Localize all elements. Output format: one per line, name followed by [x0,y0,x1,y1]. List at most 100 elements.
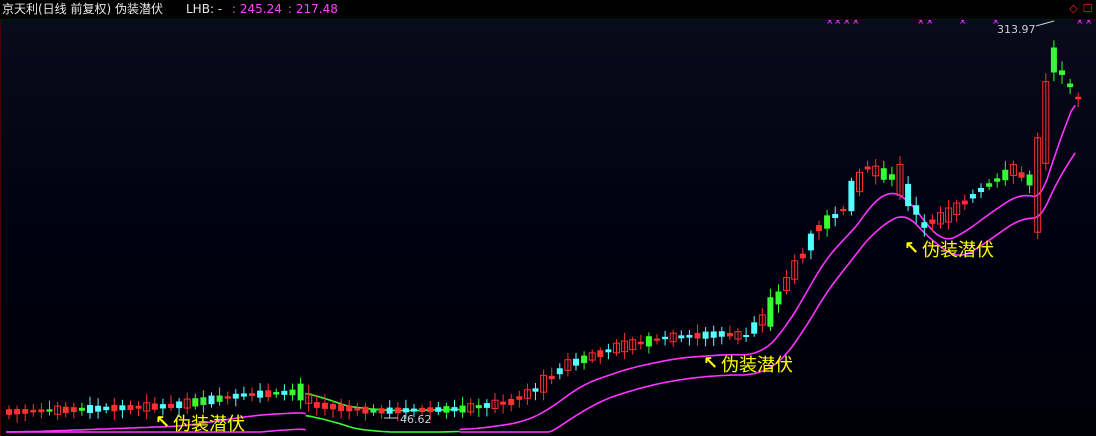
candle-body [127,405,134,410]
chart-header: 京天利(日线 前复权) 伪装潜伏 LHB: - : 245.24 : 217.4… [0,0,1096,20]
candle-body [921,222,928,228]
candle-body [103,406,110,411]
candle-body [22,409,29,414]
candle-body [605,349,612,353]
candle-body [1002,169,1009,181]
candle-body [548,375,555,380]
candle-body [888,174,895,180]
candle-body [573,358,579,366]
candle-body [978,187,984,193]
candle-body [111,404,118,412]
candle-body [597,350,604,358]
candle-body [662,336,669,340]
candle-body [807,233,814,251]
candle-body [848,180,855,212]
restore-icon[interactable]: ◇ [1068,3,1079,14]
candle-body [30,409,37,413]
top-marker: × [834,20,842,27]
annotation-label: 伪装潜伏 [721,355,793,376]
candle-body [273,392,280,395]
candlestick-chart[interactable]: × × × × × × × × × × 313.9746.62↖ 伪装潜伏↖ 伪装潜伏↖ 伪装潜伏 [0,20,1096,436]
candle-body [378,408,385,414]
top-marker: × [1076,20,1084,27]
candle-body [95,405,102,412]
low-price-label: 46.62 [400,413,432,426]
candle-body [281,390,288,395]
candle-body [1026,174,1033,186]
candle-body [354,408,361,411]
close-icon[interactable]: ☐ [1082,3,1093,14]
top-marker: × [843,20,851,27]
candle-body [402,408,409,413]
candle-body [678,335,685,339]
annotation-label: 伪装潜伏 [173,414,245,435]
candle-body [1050,47,1057,73]
lhb-indicator: LHB: - [186,2,223,16]
candle-body [556,368,563,375]
candle-body [338,404,345,411]
candle-body [192,398,199,407]
candle-body [14,409,21,415]
annotation-label: 伪装潜伏 [922,240,994,261]
candle-body [645,336,652,347]
candle-body [969,194,976,199]
candle-body [1067,83,1074,88]
top-marker: × [917,20,925,27]
annotation-arrow: ↖ [155,412,170,433]
candle-body [362,406,369,414]
candle-body [119,405,126,411]
candle-body [686,334,693,338]
candle-body [200,397,207,405]
candle-body [411,408,417,412]
candle-body [419,407,426,412]
candle-body [775,291,782,305]
band-lower-line-2 [459,152,1076,433]
candle-body [961,200,968,205]
candle-body [159,404,166,409]
candle-body [767,297,774,327]
candle-body [70,407,77,413]
candle-body [718,331,725,337]
candle-body [386,407,393,414]
candle-body [508,398,515,406]
band-lower-green-line [305,414,460,433]
candle-body [475,405,482,409]
candle-body [1059,70,1065,75]
top-marker: × [826,20,834,27]
candle-body [151,403,158,410]
candle-body [176,401,183,409]
candle-body [38,409,45,413]
candle-body [443,406,450,413]
top-marker: × [852,20,860,27]
candle-body [816,225,822,231]
candle-body [216,395,223,402]
candle-body [232,393,239,399]
stock-chart-window: 京天利(日线 前复权) 伪装潜伏 LHB: - : 245.24 : 217.4… [0,0,1096,436]
candle-body [929,219,936,224]
candle-body [500,401,507,405]
candle-body [257,390,264,398]
candle-body [321,402,328,409]
high-price-pointer [1035,20,1055,27]
candle-body [87,404,93,414]
annotation-arrow: ↖ [904,238,919,259]
candle-body [986,183,993,187]
candle-body [483,403,490,408]
candle-body [6,409,12,415]
top-marker: × [1085,20,1093,27]
candle-body [1018,172,1025,178]
candle-body [249,393,255,396]
indicator-value-2: : 217.48 [288,2,338,16]
candle-body [702,331,709,339]
candle-body [880,168,887,180]
candle-body [710,331,717,338]
candle-body [313,402,320,408]
candle-body [451,407,458,412]
candle-body [78,407,85,411]
candle-body [427,407,434,413]
candle-body [265,390,272,398]
candle-body [370,409,377,413]
candle-body [905,183,912,207]
candle-body [168,403,174,409]
candle-body [799,253,806,259]
